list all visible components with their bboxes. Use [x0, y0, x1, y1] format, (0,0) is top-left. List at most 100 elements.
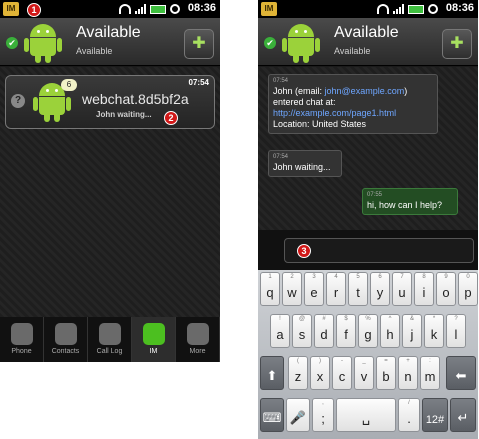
conversation: 07:54 John (email: john@example.com) ent… [258, 67, 478, 230]
keyboard-settings-key[interactable]: ⌨ [260, 398, 284, 432]
status-bar: IM 08:36 [258, 0, 478, 18]
key-x[interactable]: ) x [310, 356, 330, 390]
key-j[interactable]: & j [402, 314, 422, 348]
tab-label: Call Log [96, 348, 123, 355]
key-s[interactable]: @ s [292, 314, 312, 348]
email-link[interactable]: john@example.com [325, 86, 405, 96]
presence-status: Available [334, 46, 371, 56]
key-q[interactable]: 1q [260, 272, 280, 306]
alarm-icon [428, 4, 438, 14]
chat-contact-name: webchat.8d5bf2a [82, 91, 189, 107]
clock: 08:36 [187, 2, 216, 14]
key-k[interactable]: * k [424, 314, 444, 348]
message-time: 07:55 [367, 192, 383, 198]
key-e[interactable]: 3e [304, 272, 324, 306]
more-icon [186, 323, 209, 345]
tab-label: More [189, 348, 206, 355]
key-h[interactable]: ^ h [380, 314, 400, 348]
key-t[interactable]: 5t [348, 272, 368, 306]
app-notification-icon[interactable]: IM [3, 2, 19, 16]
key-g[interactable]: % g [358, 314, 378, 348]
compose-bar: 3 [258, 230, 478, 270]
message-time: 07:54 [273, 154, 289, 160]
key-w[interactable]: 2w [282, 272, 302, 306]
contacts-icon [54, 323, 77, 345]
message-text: John (email: [273, 86, 325, 96]
callout-marker-3: 3 [297, 244, 311, 258]
key-c[interactable]: -c [332, 356, 352, 390]
presence-header[interactable]: ✔ Available Available ✚ [258, 18, 478, 66]
bottom-tab-bar: Phone Contacts Call Log IM More [0, 317, 220, 362]
space-key[interactable]: ␣ [336, 398, 396, 432]
online-check-icon: ✔ [264, 37, 276, 49]
key-l[interactable]: ? l [446, 314, 466, 348]
clock: 08:36 [445, 2, 474, 14]
tab-label: Phone [11, 348, 32, 355]
message-time: 07:54 [273, 78, 289, 84]
chat-list-item[interactable]: ? 6 07:54 webchat.8d5bf2a John waiting..… [5, 75, 215, 129]
key-n[interactable]: + n [398, 356, 418, 390]
presence-status: Available [76, 46, 113, 56]
tab-phone[interactable]: Phone [0, 317, 44, 362]
message-bubble-outgoing: 07:55 hi, how can I help? [362, 188, 458, 215]
callout-marker-2: 2 [164, 111, 178, 125]
period-key[interactable]: /. [398, 398, 420, 432]
punctuation-key[interactable]: ,; [312, 398, 334, 432]
symbols-key[interactable]: 12# [422, 398, 448, 432]
status-icons [377, 2, 438, 16]
chat-list: ? 6 07:54 webchat.8d5bf2a John waiting..… [0, 67, 220, 317]
key-y[interactable]: 6y [370, 272, 390, 306]
tab-im[interactable]: IM [132, 317, 176, 362]
message-text: hi, how can I help? [367, 200, 443, 210]
call-log-icon [98, 323, 121, 345]
key-r[interactable]: 4r [326, 272, 346, 306]
message-text: ) [404, 86, 408, 96]
key-b[interactable]: = b [376, 356, 396, 390]
status-icons [119, 2, 180, 16]
mic-key[interactable]: 🎤 [286, 398, 310, 432]
presence-title: Available [334, 24, 399, 41]
tab-call-log[interactable]: Call Log [88, 317, 132, 362]
presence-header[interactable]: ✔ Available Available ✚ [0, 18, 220, 66]
key-u[interactable]: 7u [392, 272, 412, 306]
message-input[interactable] [284, 238, 474, 263]
app-notification-icon[interactable]: IM [261, 2, 277, 16]
presence-title: Available [76, 24, 141, 41]
key-o[interactable]: 9o [436, 272, 456, 306]
key-a[interactable]: ! a [270, 314, 290, 348]
chat-preview: John waiting... [96, 110, 152, 119]
unread-count-badge: 6 [61, 79, 77, 91]
tab-more[interactable]: More [176, 317, 220, 362]
wifi-icon [119, 4, 131, 14]
tab-label: IM [149, 348, 158, 355]
key-f[interactable]: $ f [336, 314, 356, 348]
message-text: Location: United States [273, 119, 367, 129]
chat-time: 07:54 [188, 78, 209, 87]
key-m[interactable]: :m [420, 356, 440, 390]
key-z[interactable]: (z [288, 356, 308, 390]
key-v[interactable]: _ v [354, 356, 374, 390]
key-d[interactable]: # d [314, 314, 334, 348]
enter-key[interactable]: ↵ [450, 398, 476, 432]
contacts-screen: IM 08:36 1 ✔ Available Available ✚ ? 6 0… [0, 0, 220, 362]
im-icon [142, 323, 165, 345]
android-avatar-icon [22, 22, 64, 64]
add-contact-button[interactable]: ✚ [184, 29, 214, 59]
key-i[interactable]: 8i [414, 272, 434, 306]
alarm-icon [170, 4, 180, 14]
battery-icon [150, 4, 166, 14]
unknown-contact-icon: ? [11, 94, 25, 108]
signal-icon [135, 4, 146, 14]
android-avatar-icon [280, 22, 322, 64]
page-link[interactable]: http://example.com/page1.html [273, 108, 433, 119]
message-text: John waiting... [273, 162, 331, 172]
tab-contacts[interactable]: Contacts [44, 317, 88, 362]
signal-icon [393, 4, 404, 14]
key-p[interactable]: 0p [458, 272, 478, 306]
message-text: entered chat at: [273, 97, 336, 107]
online-check-icon: ✔ [6, 37, 18, 49]
phone-icon [10, 323, 33, 345]
backspace-key[interactable]: ⬅ [446, 356, 476, 390]
add-contact-button[interactable]: ✚ [442, 29, 472, 59]
shift-key[interactable]: ⬆ [260, 356, 284, 390]
